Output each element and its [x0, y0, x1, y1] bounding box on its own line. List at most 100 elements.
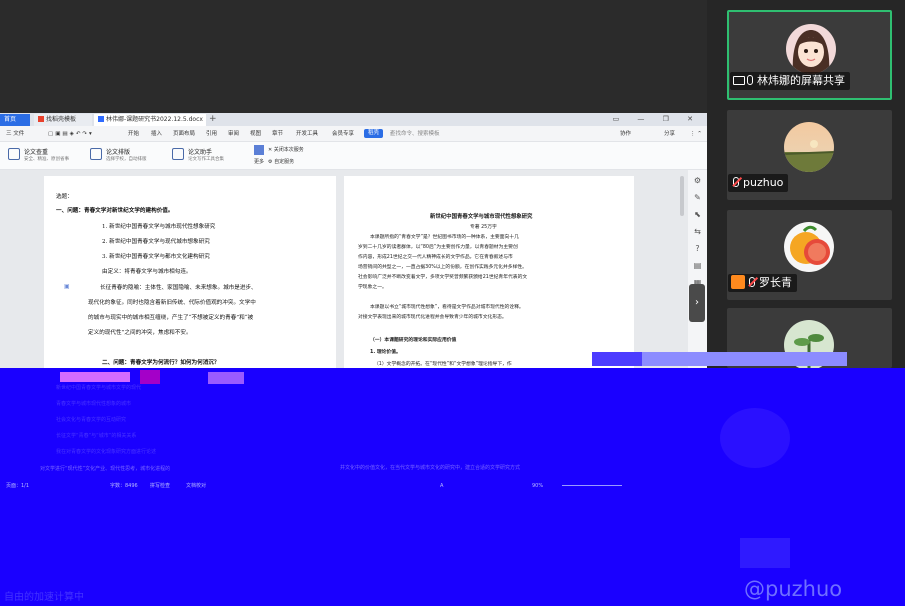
participant-card-puzhuo[interactable]: puzhuo: [727, 110, 892, 200]
watermark: @puzhuo: [744, 577, 843, 601]
proofing-button[interactable]: 文档校对: [186, 480, 206, 492]
share-button[interactable]: 分享: [664, 126, 675, 142]
thesis-assistant-sub: 论文写作工具合集: [188, 157, 224, 162]
window-controls[interactable]: ▭ — ❐ ✕: [613, 113, 701, 126]
doc-line: 选题：: [56, 194, 73, 200]
thesis-check-button[interactable]: 论文查重 安全、精准、原创省事: [8, 146, 88, 166]
ghost-line: 对文学进行“现代性”文化产业、现代性思考，城市化进程的: [40, 466, 171, 472]
thesis-format-icon: [90, 148, 102, 160]
menu-review[interactable]: 审阅: [228, 126, 239, 142]
close-service-button[interactable]: ✕ 关闭本次服务: [268, 146, 304, 153]
zoom-slider[interactable]: [562, 485, 622, 486]
status-words: 字数：8496: [110, 483, 138, 489]
menu-file[interactable]: 三 文件: [6, 126, 24, 142]
title-bar: 首页 找稻壳模板 林伟娜-课题研究书2022.12.5.docx + ▭ — ❐…: [0, 113, 707, 126]
avatar: [784, 222, 834, 272]
menu-insert[interactable]: 插入: [151, 126, 162, 142]
menu-page-layout[interactable]: 页面布局: [173, 126, 195, 142]
thesis-format-button[interactable]: 论文排版 选择学校，自动排版: [90, 146, 162, 166]
more-services-button[interactable]: 更多: [254, 158, 264, 165]
participants-panel: › 林炜娜的屏幕共享 puzhuo 罗长青: [689, 0, 905, 370]
ghost-line: 社会文化与青春文学的互动研究: [56, 417, 127, 423]
thesis-check-icon: [8, 148, 20, 160]
new-tab-icon[interactable]: +: [209, 113, 217, 126]
ghost-line: 新世纪中国青春文学与城市文学的现代: [56, 385, 142, 391]
zoom-level[interactable]: 90%: [532, 480, 543, 492]
comment-icon[interactable]: ▣: [64, 283, 70, 290]
menu-home[interactable]: 开始: [128, 126, 139, 142]
doc-line: 长征青春的隐喻：主体性、家国隐喻、未来想象。城市是进步、: [100, 285, 257, 291]
tab-home[interactable]: 首页: [0, 114, 30, 126]
pen-icon[interactable]: ✎: [693, 193, 702, 202]
tab-document[interactable]: 林伟娜-课题研究书2022.12.5.docx: [94, 114, 206, 126]
doc-line: 对接文学表现出来的城市现代化进程并会导致青少年的城市文化形态。: [358, 315, 507, 320]
artifact-noise: [60, 372, 130, 382]
ghost-line: 长征文学“青春”与“城市”的相关关系: [56, 433, 137, 439]
thesis-assistant-button[interactable]: 论文助手 论文写作工具合集: [172, 146, 250, 166]
menu-references[interactable]: 引用: [206, 126, 217, 142]
doc-line: 本课题所指的“青春文学”是？世纪图书市场的一种体系，主要面向十几: [370, 235, 519, 240]
collapse-panel-button[interactable]: ›: [689, 284, 705, 322]
bottom-left-caption: 自由的加速计算中: [4, 592, 84, 603]
menu-developer[interactable]: 开发工具: [296, 126, 318, 142]
close-service-label: 关闭本次服务: [273, 147, 304, 153]
tab-docer[interactable]: 找稻壳模板: [34, 114, 92, 126]
menu-view[interactable]: 视图: [250, 126, 261, 142]
doc-line: 二、问题：青春文学为何流行？如何为何消沉？: [102, 360, 220, 366]
spell-check-button[interactable]: 拼写检查: [150, 480, 170, 492]
cartoon-girl-avatar: [786, 24, 836, 74]
mic-icon: [747, 75, 753, 85]
thesis-assistant-label: 论文助手: [188, 149, 213, 156]
apps-grid-icon[interactable]: [254, 145, 264, 155]
settings-icon[interactable]: ⚙: [693, 176, 702, 185]
ghost-line: 青春文学与城市现代性想象的城市: [56, 401, 132, 407]
doc-line: 的城市与现实中的城市相互缠绕，产生了“不想被定义的青春”和“被: [88, 315, 254, 321]
tab-document-label: 林伟娜-课题研究书2022.12.5.docx: [106, 116, 203, 123]
doc-line: 学现象之一。: [358, 285, 387, 290]
thesis-check-label: 论文查重: [24, 149, 49, 156]
participant-name: 罗长青: [759, 276, 792, 289]
artifact-noise: [720, 408, 790, 468]
landscape-avatar: [784, 122, 834, 172]
artifact-noise: [642, 352, 847, 366]
menu-chapter[interactable]: 章节: [272, 126, 283, 142]
participant-card-luochangqing[interactable]: 罗长青: [727, 210, 892, 300]
doc-line: 现代化的象征。同时也隐含着新旧传统、代际价值观的冲突。文学中: [88, 300, 256, 306]
doc-title: 新世纪中国青春文学与城市现代性想象研究: [430, 214, 533, 220]
participant-card-screenshare[interactable]: 林炜娜的屏幕共享: [727, 10, 892, 100]
doc-line: 由定义：将青春文学与城市相勾连。: [102, 269, 192, 275]
doc-line: 岁到二十几岁的读者群体，以“80后”为主要创作力量，以青春题材为主要创: [358, 245, 518, 250]
status-page: 页面：1/1: [6, 483, 30, 489]
pointer-icon[interactable]: ⬉: [693, 210, 702, 219]
word-doc-icon: [98, 116, 104, 122]
quick-access-icons[interactable]: ▢▣▤◈↶↷▾: [48, 126, 94, 142]
doc-line: 社会影响广泛并不断改变着文学，多项文学奖曾频繁获颁给21世纪青年代表的文: [358, 275, 528, 280]
doc-line: 作内容，形成21世纪之交一代人精神成长的文学作品，它在青春叙述与市: [358, 255, 513, 260]
mic-muted-icon: [749, 277, 755, 287]
menu-member[interactable]: 会员专享: [332, 126, 354, 142]
more-icon[interactable]: ⋮ ⌃: [690, 126, 702, 142]
avatar: [784, 122, 834, 172]
doc-subtitle: 专著 25万字: [470, 225, 497, 230]
doc-subsection: 1. 理论价值。: [370, 350, 401, 355]
doc-line: 1. 新世纪中国青春文学与城市现代性想象研究: [102, 224, 216, 230]
doc-line: 2. 新世纪中国青春文学与现代城市想象研究: [102, 239, 210, 245]
exchange-icon[interactable]: ⇆: [693, 227, 702, 236]
ribbon-toolbar: 论文查重 安全、精准、原创省事 论文排版 选择学校，自动排版 论文助手 论文写作…: [0, 142, 707, 170]
menu-docer[interactable]: 稻壳: [364, 129, 384, 138]
doc-line: 定义的现代性”之间的冲突，焦虑和不安。: [88, 330, 192, 336]
status-bar: 页面：1/1 字数：8496 拼写检查 文档校对 A 90%: [0, 480, 660, 492]
artifact-noise: [140, 370, 160, 384]
vertical-scrollbar[interactable]: [680, 176, 684, 216]
doc-section: （一）本课题研究的理论和实际应用价值: [370, 338, 457, 343]
doc-line: 3. 新世纪中国青春文学与都市文化建构研究: [102, 254, 210, 260]
custom-service-button[interactable]: ⚙ 自定服务: [268, 158, 294, 165]
help-icon[interactable]: ?: [693, 244, 702, 253]
menu-bar: 三 文件 ▢▣▤◈↶↷▾ 开始 插入 页面布局 引用 审阅 视图 章节 开发工具…: [0, 126, 707, 142]
collab-button[interactable]: 协作: [620, 126, 631, 142]
participant-name-tag: puzhuo: [728, 174, 789, 192]
screen: 首页 找稻壳模板 林伟娜-课题研究书2022.12.5.docx + ▭ — ❐…: [0, 0, 905, 606]
view-mode-button[interactable]: A: [440, 480, 443, 492]
command-search-label: 查找命令、搜索模板: [390, 131, 440, 137]
layers-icon[interactable]: ▤: [693, 261, 702, 270]
